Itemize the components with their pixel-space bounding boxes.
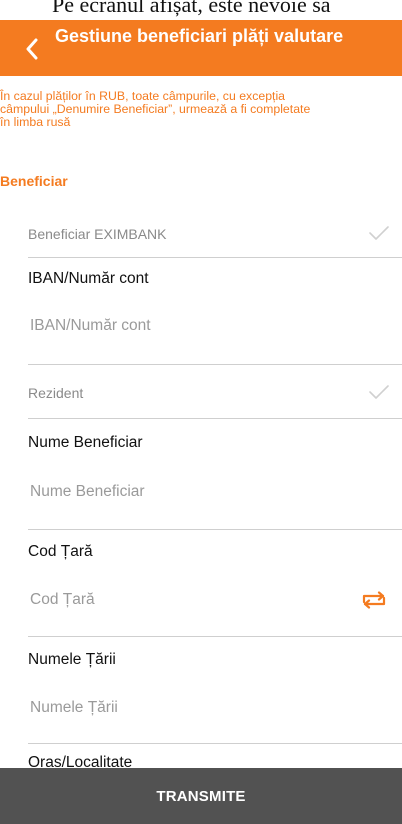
divider [28, 257, 402, 258]
cod-tara-input[interactable]: Cod Țară [30, 591, 95, 609]
chevron-left-icon [26, 38, 38, 60]
check-icon[interactable] [368, 225, 390, 241]
top-cut-text-content: Pe ecranul afișat, este nevoie să [52, 0, 331, 17]
divider [28, 636, 402, 637]
nume-beneficiar-label: Nume Beneficiar [28, 434, 143, 451]
numele-tarii-label: Numele Țării [28, 651, 116, 668]
app-header: Gestiune beneficiari plăți valutare [0, 20, 402, 76]
iban-input[interactable]: IBAN/Număr cont [30, 317, 151, 335]
swap-icon[interactable] [360, 591, 388, 609]
rezident-toggle-label[interactable]: Rezident [28, 385, 83, 401]
divider [28, 743, 402, 744]
rub-notice: În cazul plăților în RUB, toate câmpuril… [0, 89, 311, 129]
divider [28, 364, 402, 365]
top-cut-text: Pe ecranul afișat, este nevoie să [0, 0, 402, 20]
divider [28, 418, 402, 419]
nume-beneficiar-input[interactable]: Nume Beneficiar [30, 483, 145, 501]
section-title-beneficiar: Beneficiar [0, 173, 68, 189]
numele-tarii-input[interactable]: Numele Țării [30, 699, 118, 717]
submit-button[interactable]: TRANSMITE [0, 768, 402, 824]
page-title: Gestiune beneficiari plăți valutare [55, 26, 344, 46]
divider [28, 529, 402, 530]
back-button[interactable] [20, 36, 44, 62]
iban-label: IBAN/Număr cont [28, 270, 149, 287]
cod-tara-label: Cod Țară [28, 543, 93, 560]
check-icon[interactable] [368, 384, 390, 400]
eximbank-toggle-label[interactable]: Beneficiar EXIMBANK [28, 226, 167, 242]
